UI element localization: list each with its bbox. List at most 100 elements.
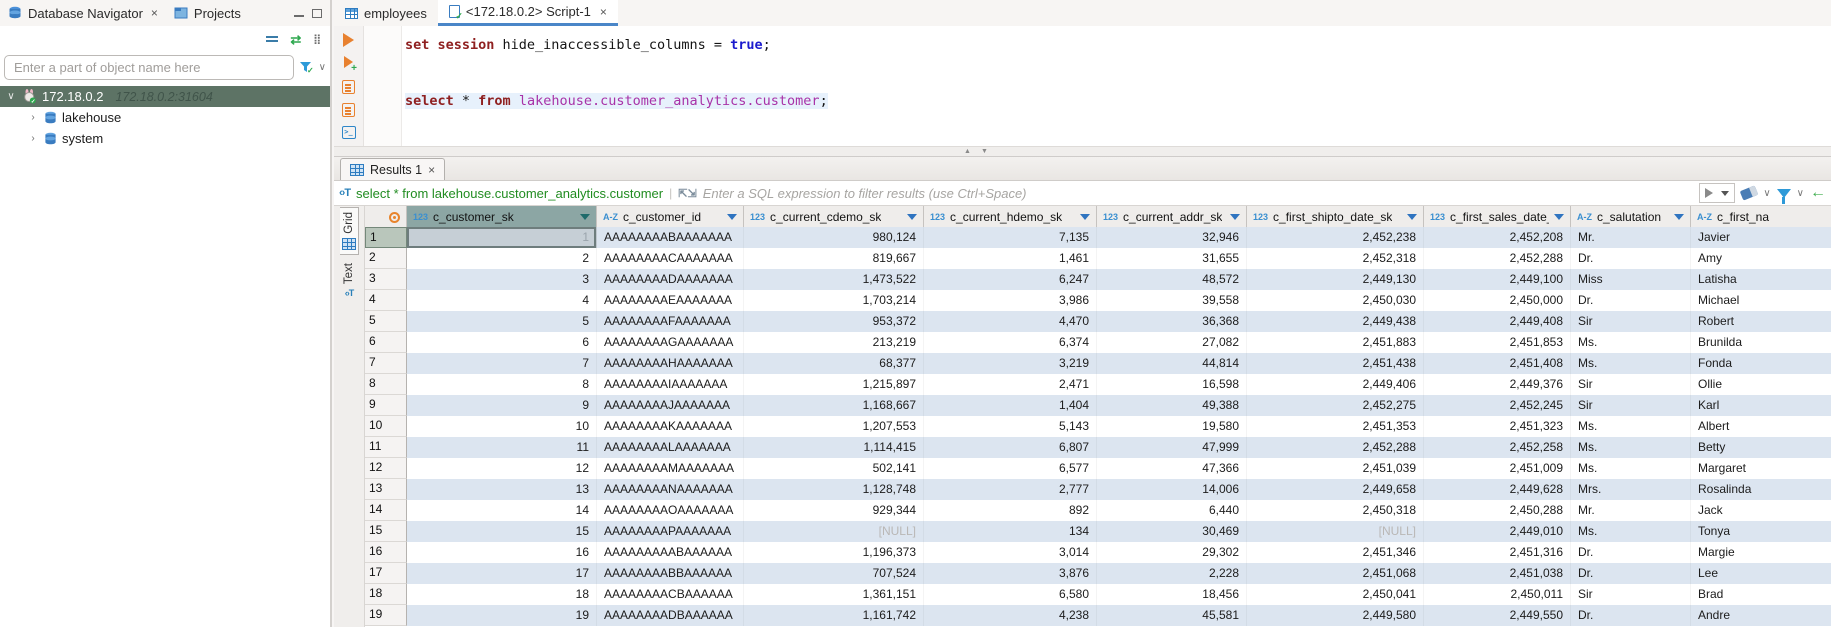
grid-cell[interactable]: 19: [407, 605, 597, 626]
filter-expression-input[interactable]: Enter a SQL expression to filter results…: [703, 186, 1694, 201]
grid-cell[interactable]: Fonda: [1691, 353, 1831, 374]
grid-cell[interactable]: 2,451,039: [1247, 458, 1424, 479]
grid-cell[interactable]: 2,450,288: [1424, 500, 1571, 521]
grid-cell[interactable]: 27,082: [1097, 332, 1247, 353]
grid-cell[interactable]: Margaret: [1691, 458, 1831, 479]
grid-cell[interactable]: 16: [407, 542, 597, 563]
grid-cell[interactable]: 17: [407, 563, 597, 584]
grid-cell[interactable]: Ms.: [1571, 458, 1691, 479]
grid-cell[interactable]: 2,450,041: [1247, 584, 1424, 605]
tab-script-1[interactable]: <172.18.0.2> Script-1 ×: [438, 0, 618, 26]
grid-cell[interactable]: 5,143: [924, 416, 1097, 437]
row-number[interactable]: 5: [365, 311, 407, 332]
grid-cell[interactable]: 6,247: [924, 269, 1097, 290]
column-dropdown-icon[interactable]: [1674, 214, 1684, 220]
grid-cell[interactable]: 2,449,010: [1424, 521, 1571, 542]
grid-cell[interactable]: AAAAAAAALAAAAAAA: [597, 437, 744, 458]
row-number[interactable]: 15: [365, 521, 407, 542]
grid-cell[interactable]: 2,451,883: [1247, 332, 1424, 353]
grid-cell[interactable]: 2,449,438: [1247, 311, 1424, 332]
grid-cell[interactable]: [NULL]: [1247, 521, 1424, 542]
grid-cell[interactable]: Ollie: [1691, 374, 1831, 395]
tab-results-1[interactable]: Results 1 ×: [340, 158, 445, 180]
grid-cell[interactable]: 213,219: [744, 332, 924, 353]
grid-cell[interactable]: 2,450,000: [1424, 290, 1571, 311]
grid-cell[interactable]: 2,451,438: [1247, 353, 1424, 374]
grid-cell[interactable]: 13: [407, 479, 597, 500]
row-number[interactable]: 6: [365, 332, 407, 353]
grid-cell[interactable]: 47,366: [1097, 458, 1247, 479]
grid-cell[interactable]: 1,703,214: [744, 290, 924, 311]
grid-cell[interactable]: AAAAAAAAHAAAAAAA: [597, 353, 744, 374]
grid-cell[interactable]: 18,456: [1097, 584, 1247, 605]
grid-cell[interactable]: 2,449,580: [1247, 605, 1424, 626]
grid-cell[interactable]: 49,388: [1097, 395, 1247, 416]
grid-cell[interactable]: 1,473,522: [744, 269, 924, 290]
grid-cell[interactable]: 2,452,208: [1424, 227, 1571, 248]
grid-cell[interactable]: 892: [924, 500, 1097, 521]
grid-cell[interactable]: AAAAAAAAIAAAAAAA: [597, 374, 744, 395]
grid-cell[interactable]: 44,814: [1097, 353, 1247, 374]
grid-cell[interactable]: AAAAAAAAABAAAAAA: [597, 542, 744, 563]
grid-cell[interactable]: 1,361,151: [744, 584, 924, 605]
grid-cell[interactable]: Ms.: [1571, 416, 1691, 437]
grid-cell[interactable]: 3,876: [924, 563, 1097, 584]
clear-filter-icon[interactable]: [1740, 185, 1759, 200]
grid-cell[interactable]: 6,807: [924, 437, 1097, 458]
expand-filter-icon[interactable]: ⇱⇲: [678, 187, 696, 200]
grid-cell[interactable]: AAAAAAAACAAAAAAA: [597, 248, 744, 269]
grid-cell[interactable]: 953,372: [744, 311, 924, 332]
tree-item-connection[interactable]: ∨ ✓ 172.18.0.2 172.18.0.2:31604: [0, 86, 330, 107]
grid-cell[interactable]: 2,452,288: [1424, 248, 1571, 269]
grid-cell[interactable]: 11: [407, 437, 597, 458]
grid-cell[interactable]: 6: [407, 332, 597, 353]
grid-cell[interactable]: Dr.: [1571, 542, 1691, 563]
grid-cell[interactable]: Rosalinda: [1691, 479, 1831, 500]
grid-cell[interactable]: Dr.: [1571, 563, 1691, 584]
grid-cell[interactable]: 2,777: [924, 479, 1097, 500]
grid-cell[interactable]: 2,451,316: [1424, 542, 1571, 563]
grid-cell[interactable]: Mrs.: [1571, 479, 1691, 500]
grid-cell[interactable]: Betty: [1691, 437, 1831, 458]
column-header-c_current_cdemo_sk[interactable]: 123c_current_cdemo_sk: [744, 206, 924, 229]
link-with-editor-icon[interactable]: ⇄: [290, 33, 301, 46]
row-number[interactable]: 17: [365, 563, 407, 584]
grid-cell[interactable]: 2,450,030: [1247, 290, 1424, 311]
grid-cell[interactable]: AAAAAAAAFAAAAAAA: [597, 311, 744, 332]
grid-cell[interactable]: 1,207,553: [744, 416, 924, 437]
column-header-c_salutation[interactable]: A-Zc_salutation: [1571, 206, 1691, 229]
grid-cell[interactable]: 6,440: [1097, 500, 1247, 521]
presentation-tab-grid[interactable]: Grid: [340, 207, 359, 255]
grid-cell[interactable]: Mr.: [1571, 227, 1691, 248]
grid-cell[interactable]: 2,449,376: [1424, 374, 1571, 395]
execute-statement-icon[interactable]: [343, 33, 354, 47]
execute-script-rows-icon[interactable]: [342, 103, 355, 117]
grid-cell[interactable]: AAAAAAAAJAAAAAAA: [597, 395, 744, 416]
row-number[interactable]: 13: [365, 479, 407, 500]
tab-employees[interactable]: employees: [334, 0, 438, 26]
grid-cell[interactable]: Amy: [1691, 248, 1831, 269]
grid-cell[interactable]: Andre: [1691, 605, 1831, 626]
grid-cell[interactable]: 6,374: [924, 332, 1097, 353]
grid-cell[interactable]: 14,006: [1097, 479, 1247, 500]
grid-cell[interactable]: Jack: [1691, 500, 1831, 521]
row-number[interactable]: 2: [365, 248, 407, 269]
grid-cell[interactable]: Robert: [1691, 311, 1831, 332]
grid-cell[interactable]: Miss: [1571, 269, 1691, 290]
close-icon[interactable]: ×: [600, 5, 607, 19]
chevron-expanded-icon[interactable]: ∨: [5, 91, 17, 102]
close-icon[interactable]: ×: [428, 163, 435, 177]
grid-cell[interactable]: 502,141: [744, 458, 924, 479]
grid-cell[interactable]: 2,450,318: [1247, 500, 1424, 521]
chevron-down-icon[interactable]: ∨: [1797, 188, 1804, 199]
column-header-c_customer_id[interactable]: A-Zc_customer_id: [597, 206, 744, 229]
grid-cell[interactable]: 707,524: [744, 563, 924, 584]
grid-cell[interactable]: 5: [407, 311, 597, 332]
column-header-c_first_na[interactable]: A-Zc_first_na: [1691, 206, 1831, 229]
grid-cell[interactable]: Brunilda: [1691, 332, 1831, 353]
grid-cell[interactable]: Tonya: [1691, 521, 1831, 542]
grid-cell[interactable]: Ms.: [1571, 521, 1691, 542]
row-number[interactable]: 19: [365, 605, 407, 626]
grid-cell[interactable]: 2,471: [924, 374, 1097, 395]
grid-cell[interactable]: 3,986: [924, 290, 1097, 311]
